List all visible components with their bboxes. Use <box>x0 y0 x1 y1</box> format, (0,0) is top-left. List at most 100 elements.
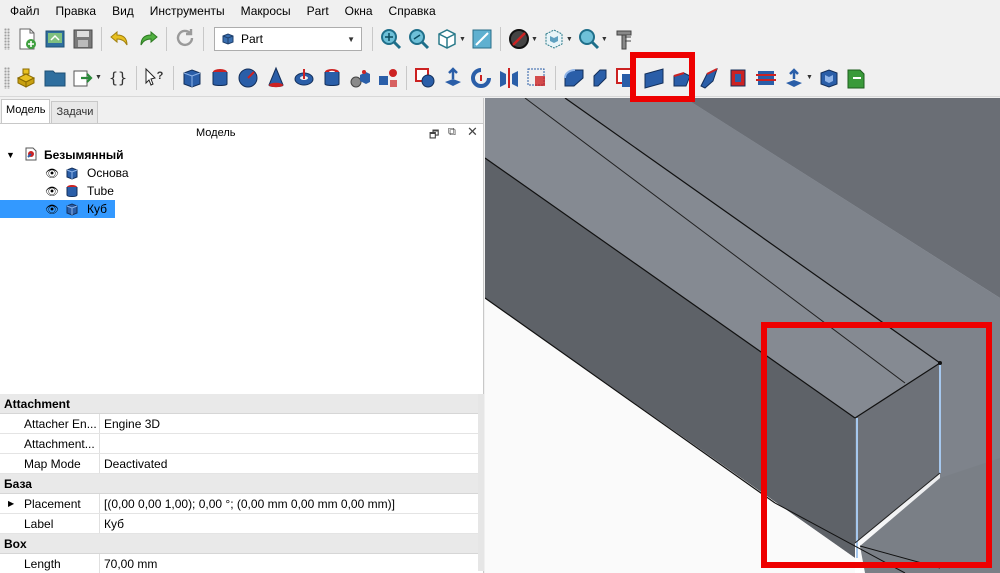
property-value[interactable]: Куб <box>100 517 124 531</box>
cone-button[interactable] <box>262 64 290 92</box>
measure-button[interactable] <box>610 25 638 53</box>
cylinder-button[interactable] <box>206 64 234 92</box>
svg-text:{}: {} <box>109 69 127 87</box>
cube-button[interactable] <box>178 64 206 92</box>
property-name: Label <box>0 514 100 533</box>
property-row[interactable]: Length 70,00 mm <box>0 554 478 573</box>
close-icon[interactable]: ✕ <box>467 124 478 140</box>
bounding-box-button[interactable] <box>540 25 568 53</box>
menu-item[interactable]: Файл <box>2 0 48 22</box>
property-row[interactable]: ▶ Placement [(0,00 0,00 1,00); 0,00 °; (… <box>0 494 478 514</box>
expand-arrow-icon[interactable]: ▶ <box>8 499 14 508</box>
sphere-button[interactable] <box>234 64 262 92</box>
chamfer-button[interactable] <box>588 64 612 92</box>
new-document-button[interactable] <box>13 25 41 53</box>
expand-arrow-icon[interactable]: ▼ <box>6 150 15 160</box>
workbench-selector[interactable]: Part ▼ <box>214 27 362 51</box>
open-button[interactable] <box>41 25 69 53</box>
property-row[interactable]: Map Mode Deactivated <box>0 454 478 474</box>
section-button[interactable] <box>523 64 551 92</box>
whats-this-button[interactable]: ? <box>141 64 169 92</box>
undo-button[interactable] <box>106 25 134 53</box>
property-group[interactable]: Box <box>0 534 478 554</box>
zoom-button[interactable] <box>575 25 603 53</box>
menu-item[interactable]: Вид <box>104 0 142 22</box>
toolbar-handle[interactable] <box>4 28 10 50</box>
tree-item[interactable]: 👁 Tube <box>0 182 484 200</box>
link-icon <box>73 70 93 86</box>
chevron-down-icon: ▼ <box>347 34 355 44</box>
extrude-icon <box>444 66 461 86</box>
property-value[interactable]: 70,00 mm <box>100 557 157 571</box>
menu-item[interactable]: Справка <box>381 0 444 22</box>
tab-tasks[interactable]: Задачи <box>51 101 99 123</box>
offset-button[interactable] <box>780 64 808 92</box>
eye-icon[interactable]: 👁 <box>45 167 59 180</box>
projection-button[interactable] <box>843 64 871 92</box>
thickness-button[interactable] <box>815 64 843 92</box>
tab-model[interactable]: Модель <box>1 99 51 123</box>
save-button[interactable] <box>69 25 97 53</box>
shape-builder-button[interactable] <box>374 64 402 92</box>
panel-header: Модель 🗗 ⧉ ✕ <box>0 124 483 144</box>
model-tree: ▼ Безымянный 👁 Основа 👁 Tube 👁 Куб <box>0 144 483 394</box>
toolbar-handle[interactable] <box>4 66 10 89</box>
sweep-button[interactable] <box>696 64 724 92</box>
projection-icon <box>847 69 865 88</box>
axonometric-view-button[interactable] <box>433 25 461 53</box>
extrude-button[interactable] <box>439 64 467 92</box>
redo-button[interactable] <box>134 25 162 53</box>
mirror-button[interactable] <box>495 64 523 92</box>
workbench-label: Part <box>241 32 264 46</box>
tree-item-selected[interactable]: 👁 Куб <box>0 200 115 218</box>
cube-icon <box>66 203 78 216</box>
folder-button[interactable] <box>41 64 69 92</box>
link-button[interactable] <box>69 64 97 92</box>
section-icon <box>527 68 545 86</box>
draw-style-button[interactable] <box>505 25 533 53</box>
float-icon[interactable]: ⧉ <box>448 126 456 139</box>
cross-sections-icon <box>755 70 776 85</box>
fit-selection-button[interactable] <box>405 25 433 53</box>
property-value[interactable]: [(0,00 0,00 1,00); 0,00 °; (0,00 mm 0,00… <box>100 497 395 511</box>
menu-item[interactable]: Part <box>299 0 337 22</box>
primitives-button[interactable] <box>346 64 374 92</box>
property-group[interactable]: База <box>0 474 478 494</box>
restore-icon[interactable]: 🗗 <box>429 126 439 145</box>
tree-item-label: Куб <box>87 202 107 216</box>
part-design-button[interactable] <box>13 64 41 92</box>
menu-item[interactable]: Инструменты <box>142 0 233 22</box>
menu-item[interactable]: Макросы <box>233 0 299 22</box>
tree-root[interactable]: ▼ Безымянный <box>0 146 484 164</box>
torus-icon <box>294 68 314 85</box>
sketch-view-button[interactable] <box>468 25 496 53</box>
new-document-icon <box>19 28 36 50</box>
fit-all-button[interactable] <box>377 25 405 53</box>
property-value[interactable]: Deactivated <box>100 457 167 471</box>
tube-button[interactable] <box>318 64 346 92</box>
menu-bar: Файл Правка Вид Инструменты Макросы Part Окна С… <box>0 0 1000 22</box>
boolean-button[interactable] <box>411 64 439 92</box>
property-name: Map Mode <box>0 454 100 473</box>
cross-sections-button[interactable] <box>752 64 780 92</box>
menu-item[interactable]: Правка <box>48 0 105 22</box>
property-scrollbar[interactable] <box>478 394 484 571</box>
measure-icon <box>616 30 632 50</box>
menu-item[interactable]: Окна <box>337 0 381 22</box>
property-row[interactable]: Label Куб <box>0 514 478 534</box>
variable-set-button[interactable]: {} <box>104 64 132 92</box>
property-group[interactable]: Attachment <box>0 394 478 414</box>
section-cross-button[interactable] <box>724 64 752 92</box>
tree-item[interactable]: 👁 Основа <box>0 164 484 182</box>
refresh-button[interactable] <box>171 25 199 53</box>
property-value[interactable]: Engine 3D <box>100 417 160 431</box>
property-row[interactable]: Attacher En... Engine 3D <box>0 414 478 434</box>
revolve-button[interactable] <box>467 64 495 92</box>
fillet-button[interactable] <box>560 64 588 92</box>
eye-icon[interactable]: 👁 <box>45 203 59 216</box>
property-row[interactable]: Attachment... <box>0 434 478 454</box>
torus-button[interactable] <box>290 64 318 92</box>
property-editor: Attachment Attacher En... Engine 3D Atta… <box>0 394 478 573</box>
tree-item-label: Tube <box>87 184 114 198</box>
eye-icon[interactable]: 👁 <box>45 185 59 198</box>
